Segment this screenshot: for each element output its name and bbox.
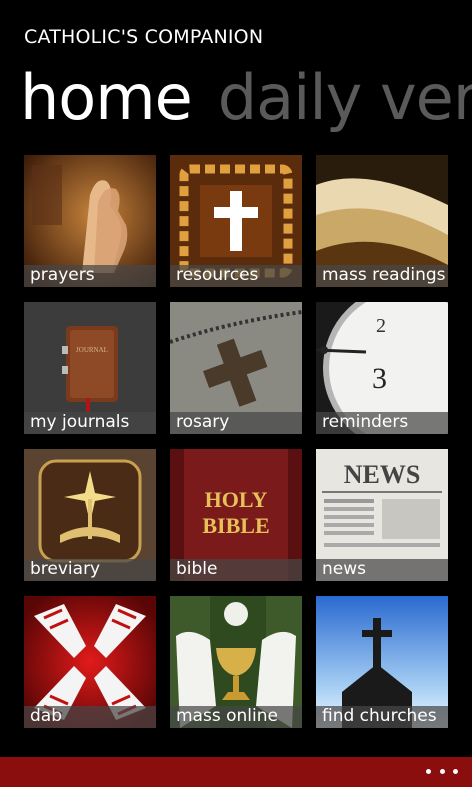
tile-resources[interactable]: resources bbox=[170, 155, 302, 287]
pivot-item-home[interactable]: home bbox=[20, 58, 193, 138]
tile-find-churches[interactable]: find churches bbox=[316, 596, 448, 728]
journal-cover-text: JOURNAL bbox=[76, 346, 108, 354]
tile-label: dab bbox=[24, 706, 156, 728]
news-masthead: NEWS bbox=[344, 460, 421, 489]
tile-label: prayers bbox=[24, 265, 156, 287]
tile-news[interactable]: NEWS news bbox=[316, 449, 448, 581]
tile-label: mass online bbox=[170, 706, 302, 728]
ellipsis-icon[interactable] bbox=[426, 761, 458, 781]
tile-mass-online[interactable]: mass online bbox=[170, 596, 302, 728]
tile-grid: prayers resources mass readings JOURNAL bbox=[24, 155, 454, 740]
tile-rosary[interactable]: rosary bbox=[170, 302, 302, 434]
tile-label: bible bbox=[170, 559, 302, 581]
tile-label: breviary bbox=[24, 559, 156, 581]
tile-label: resources bbox=[170, 265, 302, 287]
tile-label: my journals bbox=[24, 412, 156, 434]
clock-number-3: 3 bbox=[372, 362, 387, 395]
tile-label: news bbox=[316, 559, 448, 581]
tile-dab[interactable]: dab bbox=[24, 596, 156, 728]
tile-label: mass readings bbox=[316, 265, 448, 287]
pivot-item-daily-verse[interactable]: daily ver bbox=[218, 58, 472, 138]
tile-mass-readings[interactable]: mass readings bbox=[316, 155, 448, 287]
clock-number-2: 2 bbox=[376, 315, 386, 337]
tile-label: find churches bbox=[316, 706, 448, 728]
app-title: CATHOLIC'S COMPANION bbox=[24, 26, 264, 48]
bible-title-bible: BIBLE bbox=[202, 513, 269, 538]
pivot-header: home daily ver bbox=[20, 58, 472, 138]
tile-breviary[interactable]: breviary bbox=[24, 449, 156, 581]
tile-bible[interactable]: HOLY BIBLE bible bbox=[170, 449, 302, 581]
tile-reminders[interactable]: 2 3 reminders bbox=[316, 302, 448, 434]
tile-my-journals[interactable]: JOURNAL my journals bbox=[24, 302, 156, 434]
tile-label: rosary bbox=[170, 412, 302, 434]
tile-prayers[interactable]: prayers bbox=[24, 155, 156, 287]
app-bar bbox=[0, 757, 472, 787]
bible-title-holy: HOLY bbox=[205, 487, 268, 512]
tile-label: reminders bbox=[316, 412, 448, 434]
